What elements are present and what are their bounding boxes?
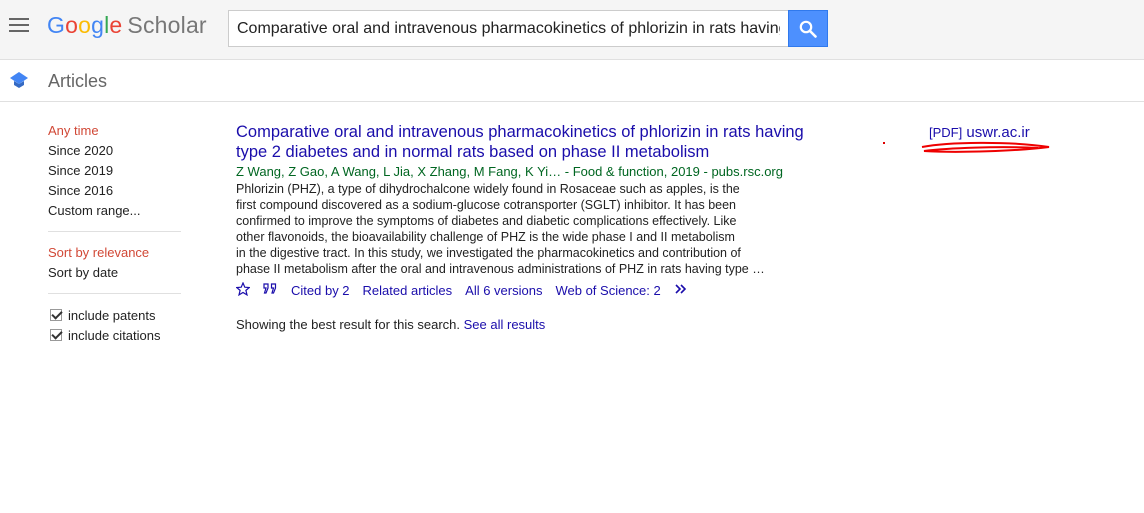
- search-result: Comparative oral and intravenous pharmac…: [235, 122, 836, 300]
- filter-since-2019[interactable]: Since 2019: [48, 161, 181, 181]
- sort-by-relevance[interactable]: Sort by relevance: [48, 243, 181, 263]
- search-box: [228, 10, 788, 47]
- result-actions: Cited by 2 Related articles All 6 versio…: [235, 280, 836, 300]
- result-authors: Z Wang, Z Gao, A Wang, L Jia, X Zhang, M…: [236, 164, 783, 179]
- annotation-dot: [883, 142, 885, 144]
- sub-bar: Articles: [0, 60, 1144, 102]
- cite-quote-icon[interactable]: [263, 282, 278, 298]
- snippet-line: Phlorizin (PHZ), a type of dihydrochalco…: [236, 182, 740, 196]
- filter-any-time[interactable]: Any time: [48, 121, 181, 141]
- result-title-link[interactable]: Comparative oral and intravenous pharmac…: [236, 122, 836, 162]
- menu-icon[interactable]: [9, 18, 29, 34]
- summary-text: Showing the best result for this search.: [236, 317, 464, 332]
- more-chevron-icon[interactable]: [674, 283, 690, 298]
- filter-since-2020[interactable]: Since 2020: [48, 141, 181, 161]
- checkbox-checked-icon[interactable]: [50, 309, 62, 321]
- snippet-line: confirmed to improve the symptoms of dia…: [236, 214, 737, 228]
- checkbox-checked-icon[interactable]: [50, 329, 62, 341]
- graduation-cap-icon[interactable]: [10, 72, 28, 88]
- filter-custom-range[interactable]: Custom range...: [48, 201, 181, 221]
- include-patents-label: include patents: [68, 307, 156, 323]
- result-summary: Showing the best result for this search.…: [236, 317, 545, 332]
- snippet-line: other flavonoids, the bioavailability ch…: [236, 230, 735, 244]
- filter-since-2016[interactable]: Since 2016: [48, 181, 181, 201]
- cited-by-link[interactable]: Cited by 2: [291, 283, 350, 298]
- see-all-results-link[interactable]: See all results: [464, 317, 546, 332]
- snippet-line: in the digestive tract. In this study, w…: [236, 246, 741, 260]
- articles-label: Articles: [48, 71, 108, 91]
- related-articles-link[interactable]: Related articles: [363, 283, 453, 298]
- result-snippet: Phlorizin (PHZ), a type of dihydrochalco…: [236, 181, 791, 277]
- web-of-science-link[interactable]: Web of Science: 2: [555, 283, 660, 298]
- include-patents-checkbox[interactable]: include patents: [48, 305, 181, 325]
- logo-google: Google: [47, 12, 123, 38]
- result-title-line-1: Comparative oral and intravenous pharmac…: [236, 123, 804, 141]
- sort-by-date[interactable]: Sort by date: [48, 263, 181, 283]
- snippet-line: first compound discovered as a sodium-gl…: [236, 198, 737, 212]
- search-button[interactable]: [788, 10, 828, 47]
- snippet-line: phase II metabolism after the oral and i…: [236, 262, 765, 276]
- include-citations-label: include citations: [68, 327, 161, 343]
- result-title-line-2: type 2 diabetes and in normal rats based…: [236, 143, 710, 161]
- all-versions-link[interactable]: All 6 versions: [465, 283, 542, 298]
- divider: [48, 293, 181, 294]
- save-star-icon[interactable]: [235, 280, 251, 299]
- pdf-tag: [PDF]: [929, 125, 963, 140]
- red-underline-annotation: [921, 141, 1050, 153]
- sidebar: Any time Since 2020 Since 2019 Since 201…: [48, 121, 181, 345]
- top-bar: Google Scholar: [0, 0, 1144, 60]
- search-input[interactable]: [229, 11, 788, 46]
- google-scholar-logo[interactable]: Google Scholar: [47, 12, 207, 39]
- logo-scholar: Scholar: [127, 12, 207, 38]
- search-icon: [799, 20, 817, 38]
- include-citations-checkbox[interactable]: include citations: [48, 325, 181, 345]
- divider: [48, 231, 181, 232]
